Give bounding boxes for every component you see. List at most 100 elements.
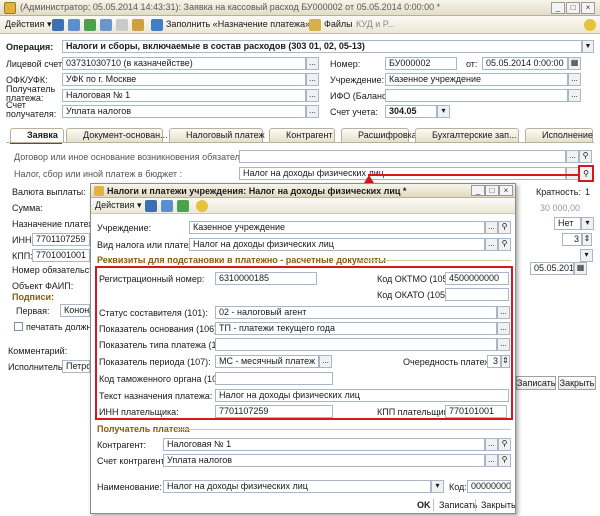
dlg-cp-account-field[interactable]: Уплата налогов — [163, 454, 485, 467]
dlg-purpose-field[interactable]: Налог на доходы физических лиц — [215, 389, 509, 402]
dlg-code-field[interactable]: 000000002 — [467, 480, 511, 493]
institution-choose-button[interactable]: ... — [568, 73, 581, 86]
dlg-institution-choose[interactable]: ... — [485, 221, 498, 234]
dlg-type-choose[interactable]: ... — [497, 338, 510, 351]
no-select[interactable]: Нет — [554, 217, 581, 230]
main-write-button[interactable]: Записать — [516, 376, 556, 390]
fill-payment-button[interactable]: Заполнить «Назначение платежа» — [166, 19, 310, 29]
num3-spinner[interactable]: ⇕ — [582, 233, 592, 246]
dialog-refresh-icon[interactable] — [177, 200, 189, 212]
dlg-counterparty-field[interactable]: Налоговая № 1 — [163, 438, 485, 451]
obligation-calendar-icon[interactable]: ▦ — [574, 262, 587, 275]
help-icon[interactable] — [584, 19, 596, 31]
main-close-button[interactable]: Закрыть — [558, 376, 596, 390]
chevron-down-icon[interactable]: ▼ — [582, 40, 594, 53]
obligation-date-field[interactable]: 05.05.2014 — [530, 262, 574, 275]
dlg-inn-field[interactable]: 7701107259 — [215, 405, 333, 418]
fill-icon[interactable] — [151, 19, 163, 31]
tab-basis-document[interactable]: Документ-основан... — [66, 128, 168, 142]
dlg-customs-field[interactable] — [215, 372, 333, 385]
dialog-save-icon[interactable] — [145, 200, 157, 212]
payee-choose-button[interactable]: ... — [306, 89, 319, 102]
dlg-write-button[interactable]: Записать — [439, 500, 477, 510]
tax-open-icon[interactable]: ⚲ — [578, 165, 594, 182]
dlg-oktmo-field[interactable]: 4500000000 — [445, 272, 509, 285]
tab-execution[interactable]: Исполнение — [525, 128, 593, 142]
dlg-reg-field[interactable]: 6310000185 — [215, 272, 317, 285]
dlg-cp-account-open[interactable]: ⚲ — [498, 454, 511, 467]
dlg-tax-type-field[interactable]: Налог на доходы физических лиц — [189, 238, 485, 251]
print-position-checkbox[interactable] — [14, 322, 23, 331]
executor-field[interactable]: Петров — [62, 360, 90, 373]
institution-field[interactable]: Казенное учреждение — [385, 73, 568, 86]
acc-field[interactable]: 304.05 — [385, 105, 437, 118]
dlg-institution-field[interactable]: Казенное учреждение — [189, 221, 485, 234]
dialog-close-icon[interactable]: × — [499, 185, 513, 196]
dlg-kpp-field[interactable]: 770101001 — [445, 405, 507, 418]
dlg-order-spinner[interactable]: ⇕ — [501, 355, 510, 368]
dlg-name-dropdown[interactable]: ▾ — [431, 480, 444, 493]
save-icon[interactable] — [52, 19, 64, 31]
account-field[interactable]: 03731030710 (в казначействе) — [62, 57, 306, 70]
files-icon[interactable] — [309, 19, 321, 31]
acc-dropdown[interactable]: ▾ — [437, 105, 450, 118]
dialog-actions-menu[interactable]: Действия ▾ — [95, 200, 141, 211]
close-icon[interactable]: × — [581, 2, 595, 14]
ofk-field[interactable]: УФК по г. Москве — [62, 73, 306, 86]
dlg-tax-type-open[interactable]: ⚲ — [498, 238, 511, 251]
kud-button[interactable]: КУД и Р... — [356, 19, 395, 29]
dialog-minimize-icon[interactable]: _ — [471, 185, 485, 196]
dlg-close-button[interactable]: Закрыть — [481, 500, 516, 510]
dlg-counterparty-choose[interactable]: ... — [485, 438, 498, 451]
tab-accounting-entries[interactable]: Бухгалтерские зап... — [415, 128, 519, 142]
payee-account-field[interactable]: Уплата налогов — [62, 105, 306, 118]
dlg-period-field[interactable]: МС - месячный платеж — [215, 355, 319, 368]
files-button[interactable]: Файлы — [324, 19, 353, 29]
payee-account-choose-button[interactable]: ... — [306, 105, 319, 118]
tab-tax-payment[interactable]: Налоговый платеж — [169, 128, 265, 142]
dlg-institution-open[interactable]: ⚲ — [498, 221, 511, 234]
contract-search-icon[interactable]: ⚲ — [579, 150, 592, 163]
number-field[interactable]: БУ000002 — [385, 57, 457, 70]
tab-request[interactable]: Заявка — [10, 128, 64, 142]
dlg-counterparty-open[interactable]: ⚲ — [498, 438, 511, 451]
copy-icon[interactable] — [68, 19, 80, 31]
dlg-basis-choose[interactable]: ... — [497, 322, 510, 335]
dlg-tax-type-choose[interactable]: ... — [485, 238, 498, 251]
tab-breakdown[interactable]: Расшифровка — [341, 128, 417, 142]
ifo-field[interactable] — [385, 89, 568, 102]
dlg-status-choose[interactable]: ... — [497, 306, 510, 319]
kpp-dropdown[interactable]: ▾ — [580, 249, 593, 262]
account-choose-button[interactable]: ... — [306, 57, 319, 70]
date-field[interactable]: 05.05.2014 0:00:00 — [482, 57, 568, 70]
maximize-icon[interactable]: □ — [566, 2, 580, 14]
dlg-cp-account-choose[interactable]: ... — [485, 454, 498, 467]
post-icon[interactable] — [84, 19, 96, 31]
dialog-copy-icon[interactable] — [161, 200, 173, 212]
contract-choose-button[interactable]: ... — [566, 150, 579, 163]
ofk-choose-button[interactable]: ... — [306, 73, 319, 86]
actions-menu[interactable]: Действия ▾ — [5, 19, 51, 30]
inn-field[interactable]: 7701107259 — [32, 233, 90, 246]
dlg-period-choose[interactable]: ... — [319, 355, 332, 368]
first-signer-field[interactable]: Кононова Г — [60, 304, 90, 317]
payee-field[interactable]: Налоговая № 1 — [62, 89, 306, 102]
report-icon[interactable] — [132, 19, 144, 31]
dialog-maximize-icon[interactable]: □ — [485, 185, 499, 196]
dlg-name-field[interactable]: Налог на доходы физических лиц — [163, 480, 431, 493]
calendar-icon[interactable]: ▦ — [568, 57, 581, 70]
dlg-ok-button[interactable]: OK — [417, 500, 431, 510]
minimize-icon[interactable]: _ — [551, 2, 565, 14]
dlg-okato-field[interactable] — [445, 288, 509, 301]
no-dropdown[interactable]: ▾ — [581, 217, 594, 230]
unpost-icon[interactable] — [100, 19, 112, 31]
kpp-field[interactable]: 7701001001 — [32, 249, 90, 262]
print-icon[interactable] — [116, 19, 128, 31]
dlg-order-field[interactable]: 3 — [487, 355, 501, 368]
dialog-help-icon[interactable] — [196, 200, 208, 212]
tab-counterparty[interactable]: Контрагент — [269, 128, 335, 142]
num3-field[interactable]: 3 — [562, 233, 582, 246]
ifo-choose-button[interactable]: ... — [568, 89, 581, 102]
dlg-status-field[interactable]: 02 - налоговый агент — [215, 306, 497, 319]
contract-field[interactable] — [239, 150, 566, 163]
